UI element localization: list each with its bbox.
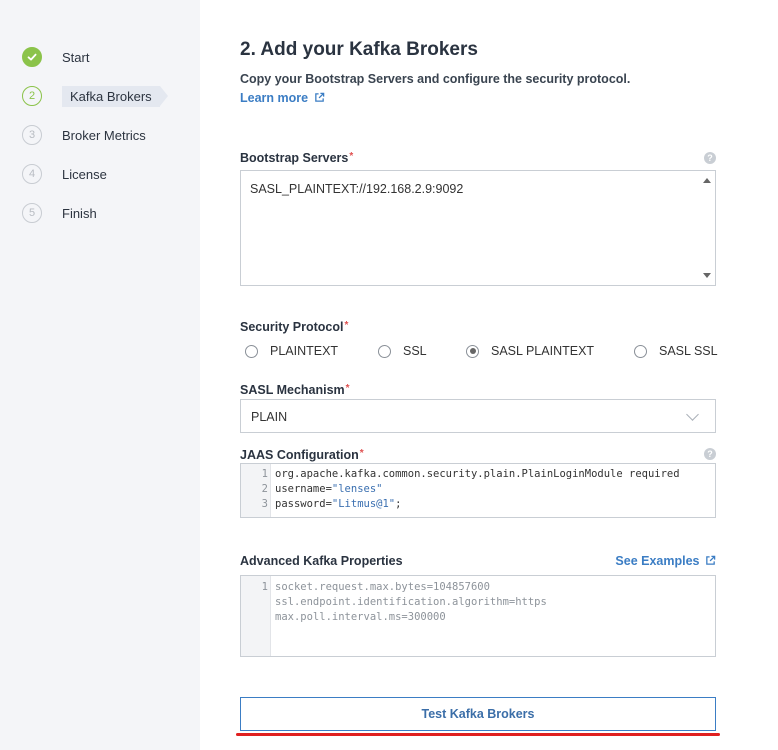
code-key: password= — [275, 498, 332, 510]
code-line: 3 password="Litmus@1"; — [241, 498, 715, 513]
step-number: 4 — [22, 164, 42, 184]
code-line: max.poll.interval.ms=300000 — [241, 611, 715, 626]
line-number: 2 — [261, 483, 268, 495]
step-label: Start — [62, 49, 90, 65]
code-text: password="Litmus@1"; — [275, 498, 401, 510]
wizard-sidebar: Start 2 Kafka Brokers 3 Broker Metrics 4… — [0, 0, 200, 750]
security-protocol-label: Security Protocol* — [240, 320, 348, 334]
external-link-icon — [314, 92, 324, 102]
help-icon[interactable]: ? — [704, 448, 716, 460]
step-label: Finish — [62, 205, 97, 221]
line-number: 1 — [261, 468, 268, 480]
page-title: 2. Add your Kafka Brokers — [240, 39, 478, 60]
step-number: 3 — [22, 125, 42, 145]
step-label: License — [62, 166, 107, 182]
radio-button[interactable] — [378, 344, 391, 358]
step-number: 2 — [22, 86, 42, 106]
field-label-text: Bootstrap Servers — [240, 151, 349, 165]
code-line: 1 socket.request.max.bytes=104857600 — [241, 581, 715, 596]
code-string: "Litmus@1" — [331, 498, 396, 510]
field-label-text: Security Protocol — [240, 320, 344, 334]
see-examples-link[interactable]: See Examples — [615, 554, 716, 568]
sasl-mechanism-select[interactable]: PLAIN — [240, 399, 716, 433]
radio-button[interactable] — [245, 344, 258, 358]
advanced-properties-label: Advanced Kafka Properties — [240, 554, 403, 568]
code-string: "lenses" — [331, 483, 383, 495]
placeholder-text: max.poll.interval.ms=300000 — [275, 611, 446, 623]
chevron-down-icon — [686, 408, 699, 421]
code-key: username= — [275, 483, 332, 495]
radio-label: SSL — [403, 344, 427, 358]
line-number: 1 — [261, 581, 268, 593]
external-link-icon — [706, 555, 716, 565]
help-icon[interactable]: ? — [704, 152, 716, 164]
radio-label: PLAINTEXT — [270, 344, 339, 358]
line-number: 3 — [261, 498, 268, 510]
step-number: 5 — [22, 203, 42, 223]
security-protocol-radio-group: PLAINTEXT SSL SASL PLAINTEXT SASL SSL — [240, 344, 718, 362]
step-start[interactable]: Start — [22, 43, 89, 71]
field-label-text: JAAS Configuration — [240, 448, 359, 462]
page-subtitle: Copy your Bootstrap Servers and configur… — [240, 72, 631, 86]
step-label: Broker Metrics — [62, 127, 146, 143]
advanced-properties-editor[interactable]: 1 socket.request.max.bytes=104857600 ssl… — [240, 575, 716, 657]
bootstrap-servers-input[interactable]: SASL_PLAINTEXT://192.168.2.9:9092 — [240, 170, 716, 286]
learn-more-label: Learn more — [240, 91, 309, 105]
radio-button[interactable] — [634, 344, 647, 358]
learn-more-link[interactable]: Learn more — [240, 91, 325, 105]
step-finish[interactable]: 5 Finish — [22, 199, 97, 227]
highlight-underline — [236, 733, 720, 736]
scroll-down-icon[interactable] — [703, 273, 711, 278]
jaas-configuration-label: JAAS Configuration* — [240, 448, 364, 462]
sasl-mechanism-label: SASL Mechanism* — [240, 383, 350, 397]
required-marker: * — [349, 151, 354, 162]
code-line: 1 org.apache.kafka.common.security.plain… — [241, 468, 715, 483]
radio-sasl-ssl[interactable]: SASL SSL — [634, 344, 718, 358]
code-punctuation: ; — [395, 498, 402, 510]
check-icon — [22, 47, 42, 67]
scroll-up-icon[interactable] — [703, 178, 711, 183]
required-marker: * — [344, 320, 349, 331]
radio-sasl-plaintext[interactable]: SASL PLAINTEXT — [466, 344, 594, 358]
step-kafka-brokers[interactable]: 2 Kafka Brokers — [22, 82, 168, 110]
radio-plaintext[interactable]: PLAINTEXT — [245, 344, 338, 358]
radio-label: SASL SSL — [659, 344, 718, 358]
field-label-text: SASL Mechanism — [240, 383, 345, 397]
see-examples-label: See Examples — [615, 554, 700, 568]
test-kafka-brokers-button[interactable]: Test Kafka Brokers — [240, 697, 716, 731]
radio-ssl[interactable]: SSL — [378, 344, 427, 358]
required-marker: * — [359, 448, 364, 459]
bootstrap-servers-label: Bootstrap Servers* — [240, 151, 353, 165]
step-license[interactable]: 4 License — [22, 160, 107, 188]
required-marker: * — [345, 383, 350, 394]
bootstrap-servers-value: SASL_PLAINTEXT://192.168.2.9:9092 — [250, 182, 464, 196]
placeholder-text: socket.request.max.bytes=104857600 — [275, 581, 490, 593]
step-label: Kafka Brokers — [62, 85, 168, 107]
radio-label: SASL PLAINTEXT — [491, 344, 595, 358]
sasl-mechanism-value: PLAIN — [251, 410, 288, 424]
jaas-configuration-editor[interactable]: 1 org.apache.kafka.common.security.plain… — [240, 463, 716, 518]
placeholder-text: ssl.endpoint.identification.algorithm=ht… — [275, 596, 547, 608]
radio-button[interactable] — [466, 344, 479, 358]
code-text: username="lenses" — [275, 483, 382, 495]
code-text: org.apache.kafka.common.security.plain.P… — [275, 468, 680, 480]
step-broker-metrics[interactable]: 3 Broker Metrics — [22, 121, 146, 149]
code-line: ssl.endpoint.identification.algorithm=ht… — [241, 596, 715, 611]
code-line: 2 username="lenses" — [241, 483, 715, 498]
